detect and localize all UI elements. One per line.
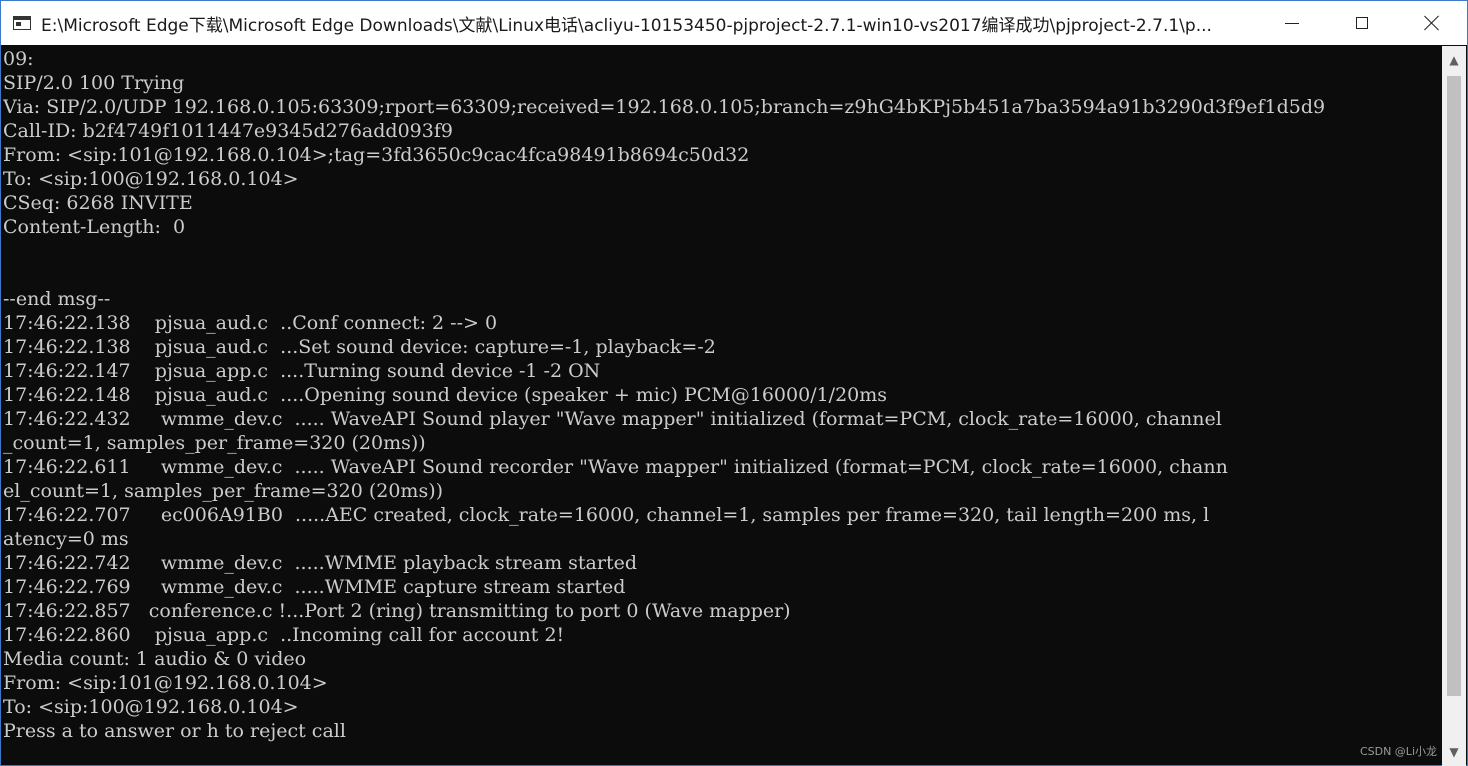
scroll-down-button[interactable]: ▼ [1442,738,1466,766]
console-line: Via: SIP/2.0/UDP 192.168.0.105:63309;rpo… [3,96,1326,118]
watermark: CSDN @Li小龙 [1359,745,1437,758]
chevron-down-icon: ▼ [1449,745,1459,759]
console-line: _count=1, samples_per_frame=320 (20ms)) [3,432,426,454]
console-line: 17:46:22.138 pjsua_aud.c ...Set sound de… [3,336,716,358]
console-line: 17:46:22.742 wmme_dev.c .....WMME playba… [3,552,637,574]
console-line: el_count=1, samples_per_frame=320 (20ms)… [3,480,444,502]
console-app-icon[interactable] [13,16,31,30]
console-line: Press a to answer or h to reject call [3,720,346,742]
chevron-up-icon: ▲ [1449,53,1459,67]
close-icon [1424,15,1440,31]
scroll-up-button[interactable]: ▲ [1442,46,1466,74]
console-line: Call-ID: b2f4749f1011447e9345d276add093f… [3,120,453,142]
console-line: To: <sip:100@192.168.0.104> [3,696,299,718]
console-line: --end msg-- [3,288,111,310]
console-line: Media count: 1 audio & 0 video [3,648,307,670]
scroll-thumb[interactable] [1447,76,1461,696]
console-line: 17:46:22.857 conference.c !...Port 2 (ri… [3,600,791,622]
console-window: E:\Microsoft Edge下载\Microsoft Edge Downl… [0,0,1468,766]
console-line: 09: [3,48,34,70]
console-line: atency=0 ms [3,528,129,550]
console-line: SIP/2.0 100 Trying [3,72,185,94]
console-line: 17:46:22.432 wmme_dev.c ..... WaveAPI So… [3,408,1222,430]
console-line: 17:46:22.769 wmme_dev.c .....WMME captur… [3,576,626,598]
console-line: 17:46:22.611 wmme_dev.c ..... WaveAPI So… [3,456,1228,478]
minimize-icon [1285,22,1299,24]
maximize-icon [1356,17,1368,29]
console-line: Content-Length: 0 [3,216,186,238]
console-line: 17:46:22.707 ec006A91B0 .....AEC created… [3,504,1210,526]
title-bar[interactable]: E:\Microsoft Edge下载\Microsoft Edge Downl… [1,1,1467,45]
console-output[interactable]: 09: SIP/2.0 100 Trying Via: SIP/2.0/UDP 19… [3,47,1441,765]
console-line: From: <sip:101@192.168.0.104>;tag=3fd365… [3,144,750,166]
console-line: 17:46:22.147 pjsua_app.c ....Turning sou… [3,360,601,382]
minimize-button[interactable] [1257,1,1327,45]
maximize-button[interactable] [1327,1,1397,45]
console-line: 17:46:22.860 pjsua_app.c ..Incoming call… [3,624,565,646]
console-line: 17:46:22.148 pjsua_aud.c ....Opening sou… [3,384,888,406]
close-button[interactable] [1397,1,1467,45]
window-title: E:\Microsoft Edge下载\Microsoft Edge Downl… [41,15,1212,36]
console-lines: 09: SIP/2.0 100 Trying Via: SIP/2.0/UDP 19… [3,47,1441,743]
console-line: From: <sip:101@192.168.0.104> [3,672,328,694]
vertical-scrollbar[interactable]: ▲ ▼ [1442,46,1466,766]
console-line: CSeq: 6268 INVITE [3,192,193,214]
console-line: 17:46:22.138 pjsua_aud.c ..Conf connect:… [3,312,498,334]
console-line: To: <sip:100@192.168.0.104> [3,168,299,190]
